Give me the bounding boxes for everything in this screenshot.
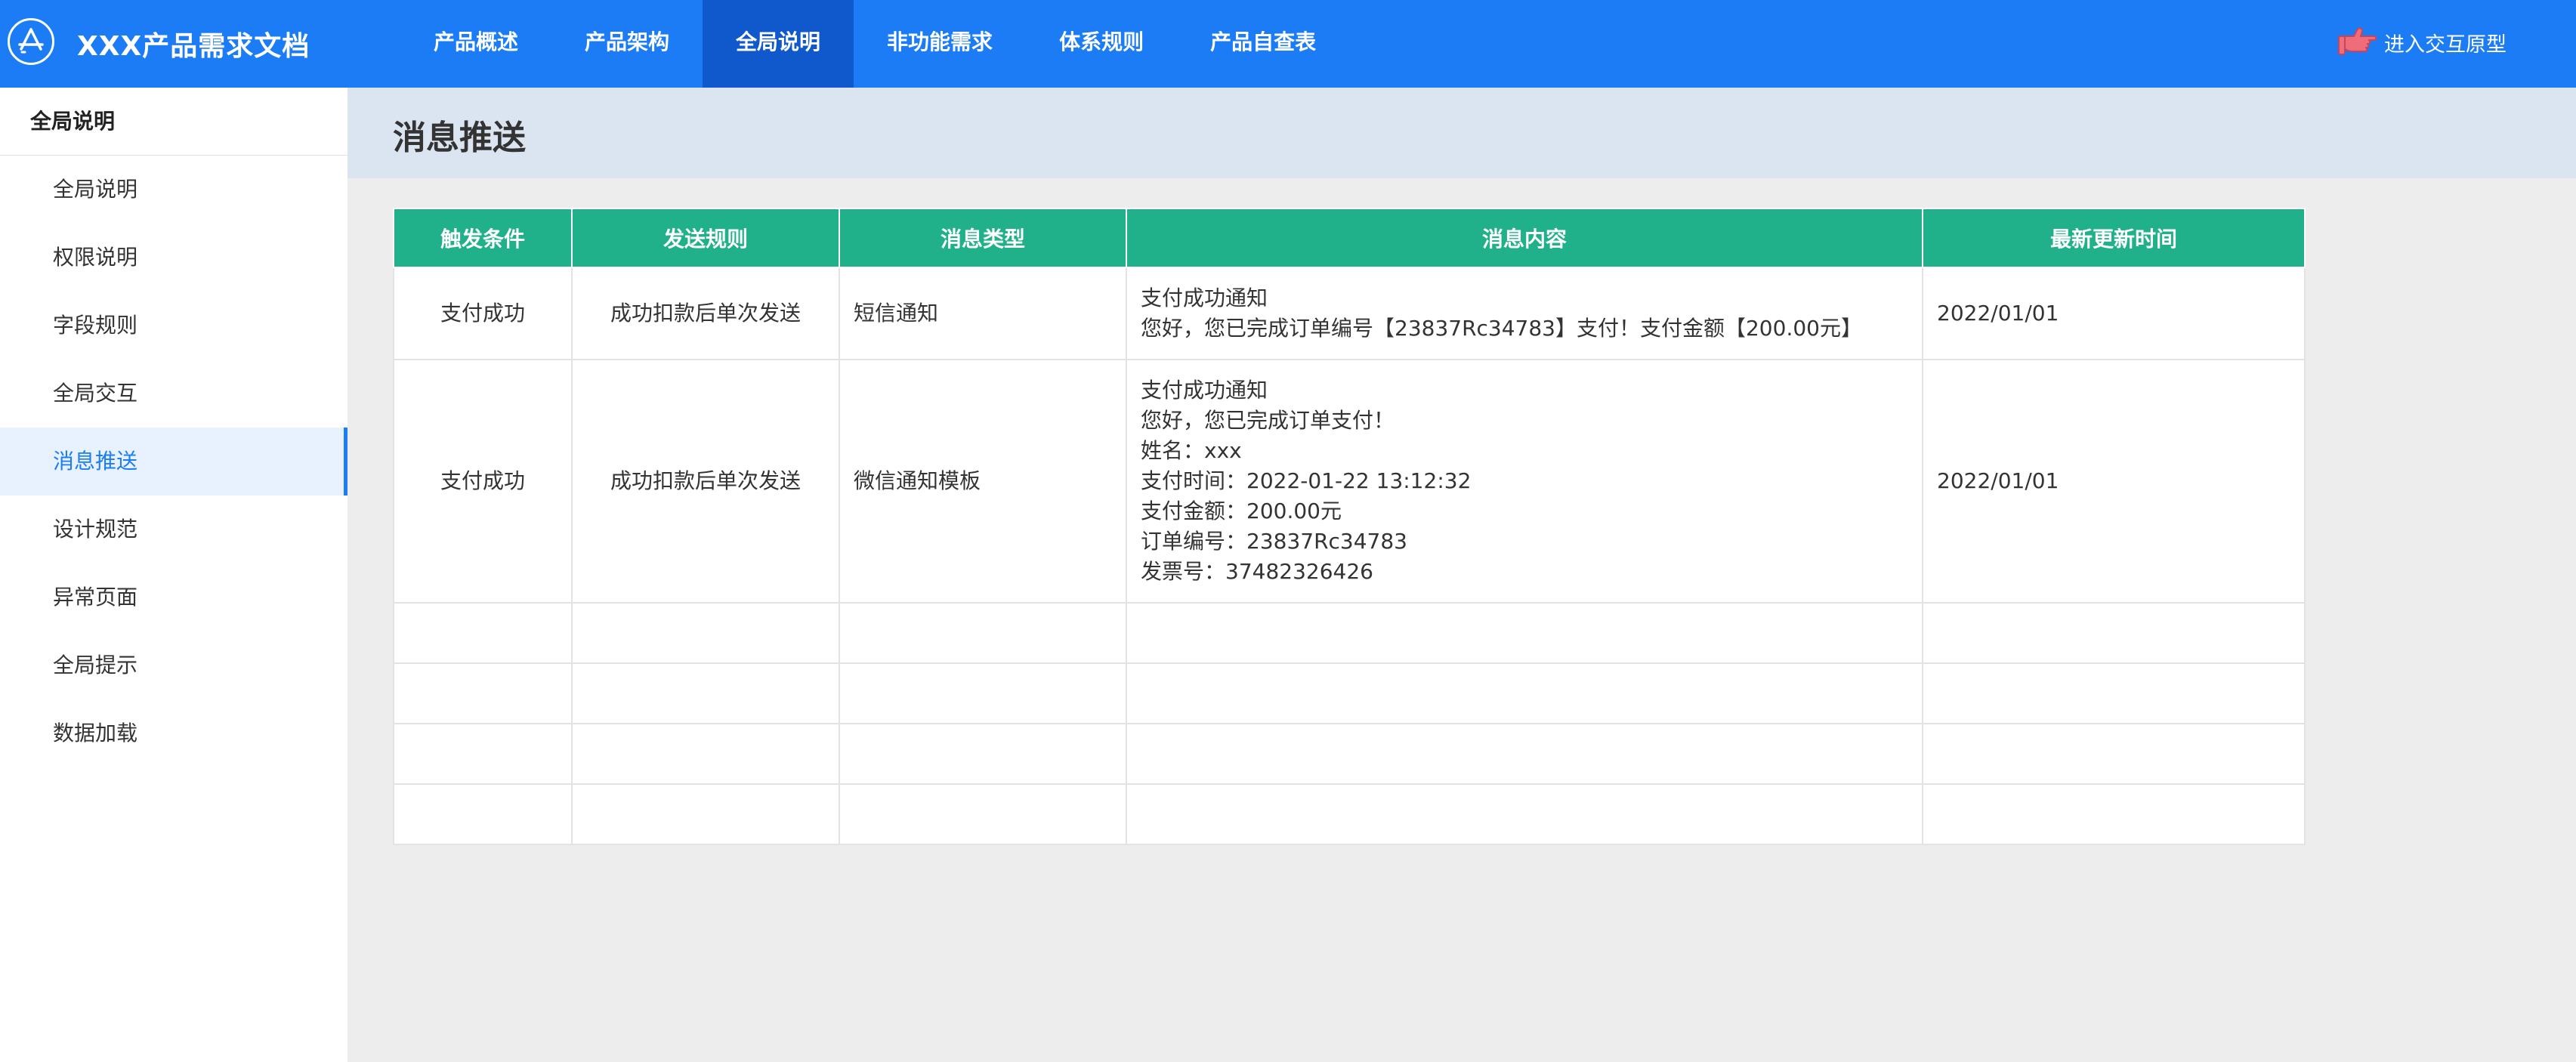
empty-cell [571, 602, 840, 664]
message-table: 触发条件 发送规则 消息类型 消息内容 最新更新时间 支付成功 成功扣款后单次发… [393, 208, 2306, 845]
rule-cell: 成功扣款后单次发送 [571, 359, 840, 604]
empty-cell [1126, 602, 1923, 664]
sidebar-item-design[interactable]: 设计规范 [0, 495, 347, 563]
empty-row [393, 662, 2306, 724]
empty-cell [571, 723, 840, 785]
empty-row [393, 723, 2306, 785]
sidebar-item-loading[interactable]: 数据加载 [0, 699, 347, 767]
empty-cell [571, 783, 840, 845]
empty-cell [1922, 783, 2306, 845]
empty-cell [1126, 723, 1923, 785]
column-header: 消息内容 [1126, 208, 1923, 268]
trigger-cell: 支付成功 [393, 267, 573, 360]
empty-cell [839, 602, 1127, 664]
content-line: 支付成功通知 [1141, 286, 1268, 310]
nav-item-checklist[interactable]: 产品自查表 [1177, 0, 1349, 88]
empty-cell [393, 783, 573, 845]
top-header: XXX产品需求文档 产品概述 产品架构 全局说明 非功能需求 体系规则 产品自查… [0, 0, 2576, 88]
pointing-hand-icon [2338, 27, 2377, 55]
empty-row [393, 783, 2306, 845]
sidebar-item-error-pages[interactable]: 异常页面 [0, 563, 347, 631]
sidebar-item-push[interactable]: 消息推送 [0, 428, 347, 495]
nav-item-global[interactable]: 全局说明 [703, 0, 854, 88]
sidebar: 全局说明 全局说明 权限说明 字段规则 全局交互 消息推送 设计规范 异常页面 … [0, 88, 347, 1062]
empty-cell [393, 662, 573, 724]
updated-cell: 2022/01/01 [1922, 267, 2306, 360]
content-line: 您好，您已完成订单支付！ [1141, 408, 1395, 433]
content-line: 您好，您已完成订单编号【23837Rc34783】支付！支付金额【200.00元… [1141, 316, 1862, 341]
top-nav: 产品概述 产品架构 全局说明 非功能需求 体系规则 产品自查表 [400, 0, 1349, 88]
nav-item-architecture[interactable]: 产品架构 [551, 0, 703, 88]
sidebar-item-global[interactable]: 全局说明 [0, 156, 347, 224]
content-line: 发票号：37482326426 [1141, 559, 1373, 584]
sidebar-item-prompts[interactable]: 全局提示 [0, 631, 347, 699]
empty-cell [1126, 662, 1923, 724]
app-store-icon[interactable] [8, 18, 54, 65]
column-header: 触发条件 [393, 208, 573, 268]
sidebar-heading: 全局说明 [0, 88, 347, 156]
empty-cell [1126, 783, 1923, 845]
type-cell: 短信通知 [839, 267, 1127, 360]
sidebar-item-permissions[interactable]: 权限说明 [0, 224, 347, 292]
empty-cell [393, 602, 573, 664]
empty-cell [1922, 602, 2306, 664]
prototype-link[interactable]: 进入交互原型 [2337, 23, 2507, 62]
content-line: 订单编号：23837Rc34783 [1141, 529, 1407, 554]
trigger-cell: 支付成功 [393, 359, 573, 604]
nav-item-nonfunctional[interactable]: 非功能需求 [854, 0, 1026, 88]
rule-cell: 成功扣款后单次发送 [571, 267, 840, 360]
column-header: 最新更新时间 [1922, 208, 2306, 268]
content-line: 支付时间：2022-01-22 13:12:32 [1141, 468, 1472, 493]
empty-cell [839, 783, 1127, 845]
content-line: 支付成功通知 [1141, 378, 1268, 403]
sidebar-item-field-rules[interactable]: 字段规则 [0, 292, 347, 360]
empty-cell [571, 662, 840, 724]
nav-item-system-rules[interactable]: 体系规则 [1026, 0, 1177, 88]
content-line: 姓名：xxx [1141, 438, 1242, 463]
table-header-row: 触发条件 发送规则 消息类型 消息内容 最新更新时间 [393, 208, 2306, 268]
column-header: 发送规则 [571, 208, 840, 268]
empty-cell [1922, 723, 2306, 785]
message-table-container: 触发条件 发送规则 消息类型 消息内容 最新更新时间 支付成功 成功扣款后单次发… [393, 208, 2306, 845]
content-cell: 支付成功通知 您好，您已完成订单编号【23837Rc34783】支付！支付金额【… [1126, 267, 1923, 360]
empty-cell [839, 662, 1127, 724]
page-title: 消息推送 [393, 119, 526, 157]
empty-row [393, 602, 2306, 664]
page-header: 消息推送 [347, 88, 2576, 178]
table-row: 支付成功 成功扣款后单次发送 微信通知模板 支付成功通知 您好，您已完成订单支付… [393, 359, 2306, 604]
column-header: 消息类型 [839, 208, 1127, 268]
table-row: 支付成功 成功扣款后单次发送 短信通知 支付成功通知 您好，您已完成订单编号【2… [393, 267, 2306, 360]
content-cell: 支付成功通知 您好，您已完成订单支付！ 姓名：xxx 支付时间：2022-01-… [1126, 359, 1923, 604]
sidebar-item-interaction[interactable]: 全局交互 [0, 360, 347, 428]
app-title: XXX产品需求文档 [77, 31, 310, 62]
updated-cell: 2022/01/01 [1922, 359, 2306, 604]
empty-cell [839, 723, 1127, 785]
empty-cell [393, 723, 573, 785]
type-cell: 微信通知模板 [839, 359, 1127, 604]
content-line: 支付金额：200.00元 [1141, 499, 1342, 523]
prototype-link-label: 进入交互原型 [2384, 32, 2507, 57]
nav-item-overview[interactable]: 产品概述 [400, 0, 551, 88]
empty-cell [1922, 662, 2306, 724]
